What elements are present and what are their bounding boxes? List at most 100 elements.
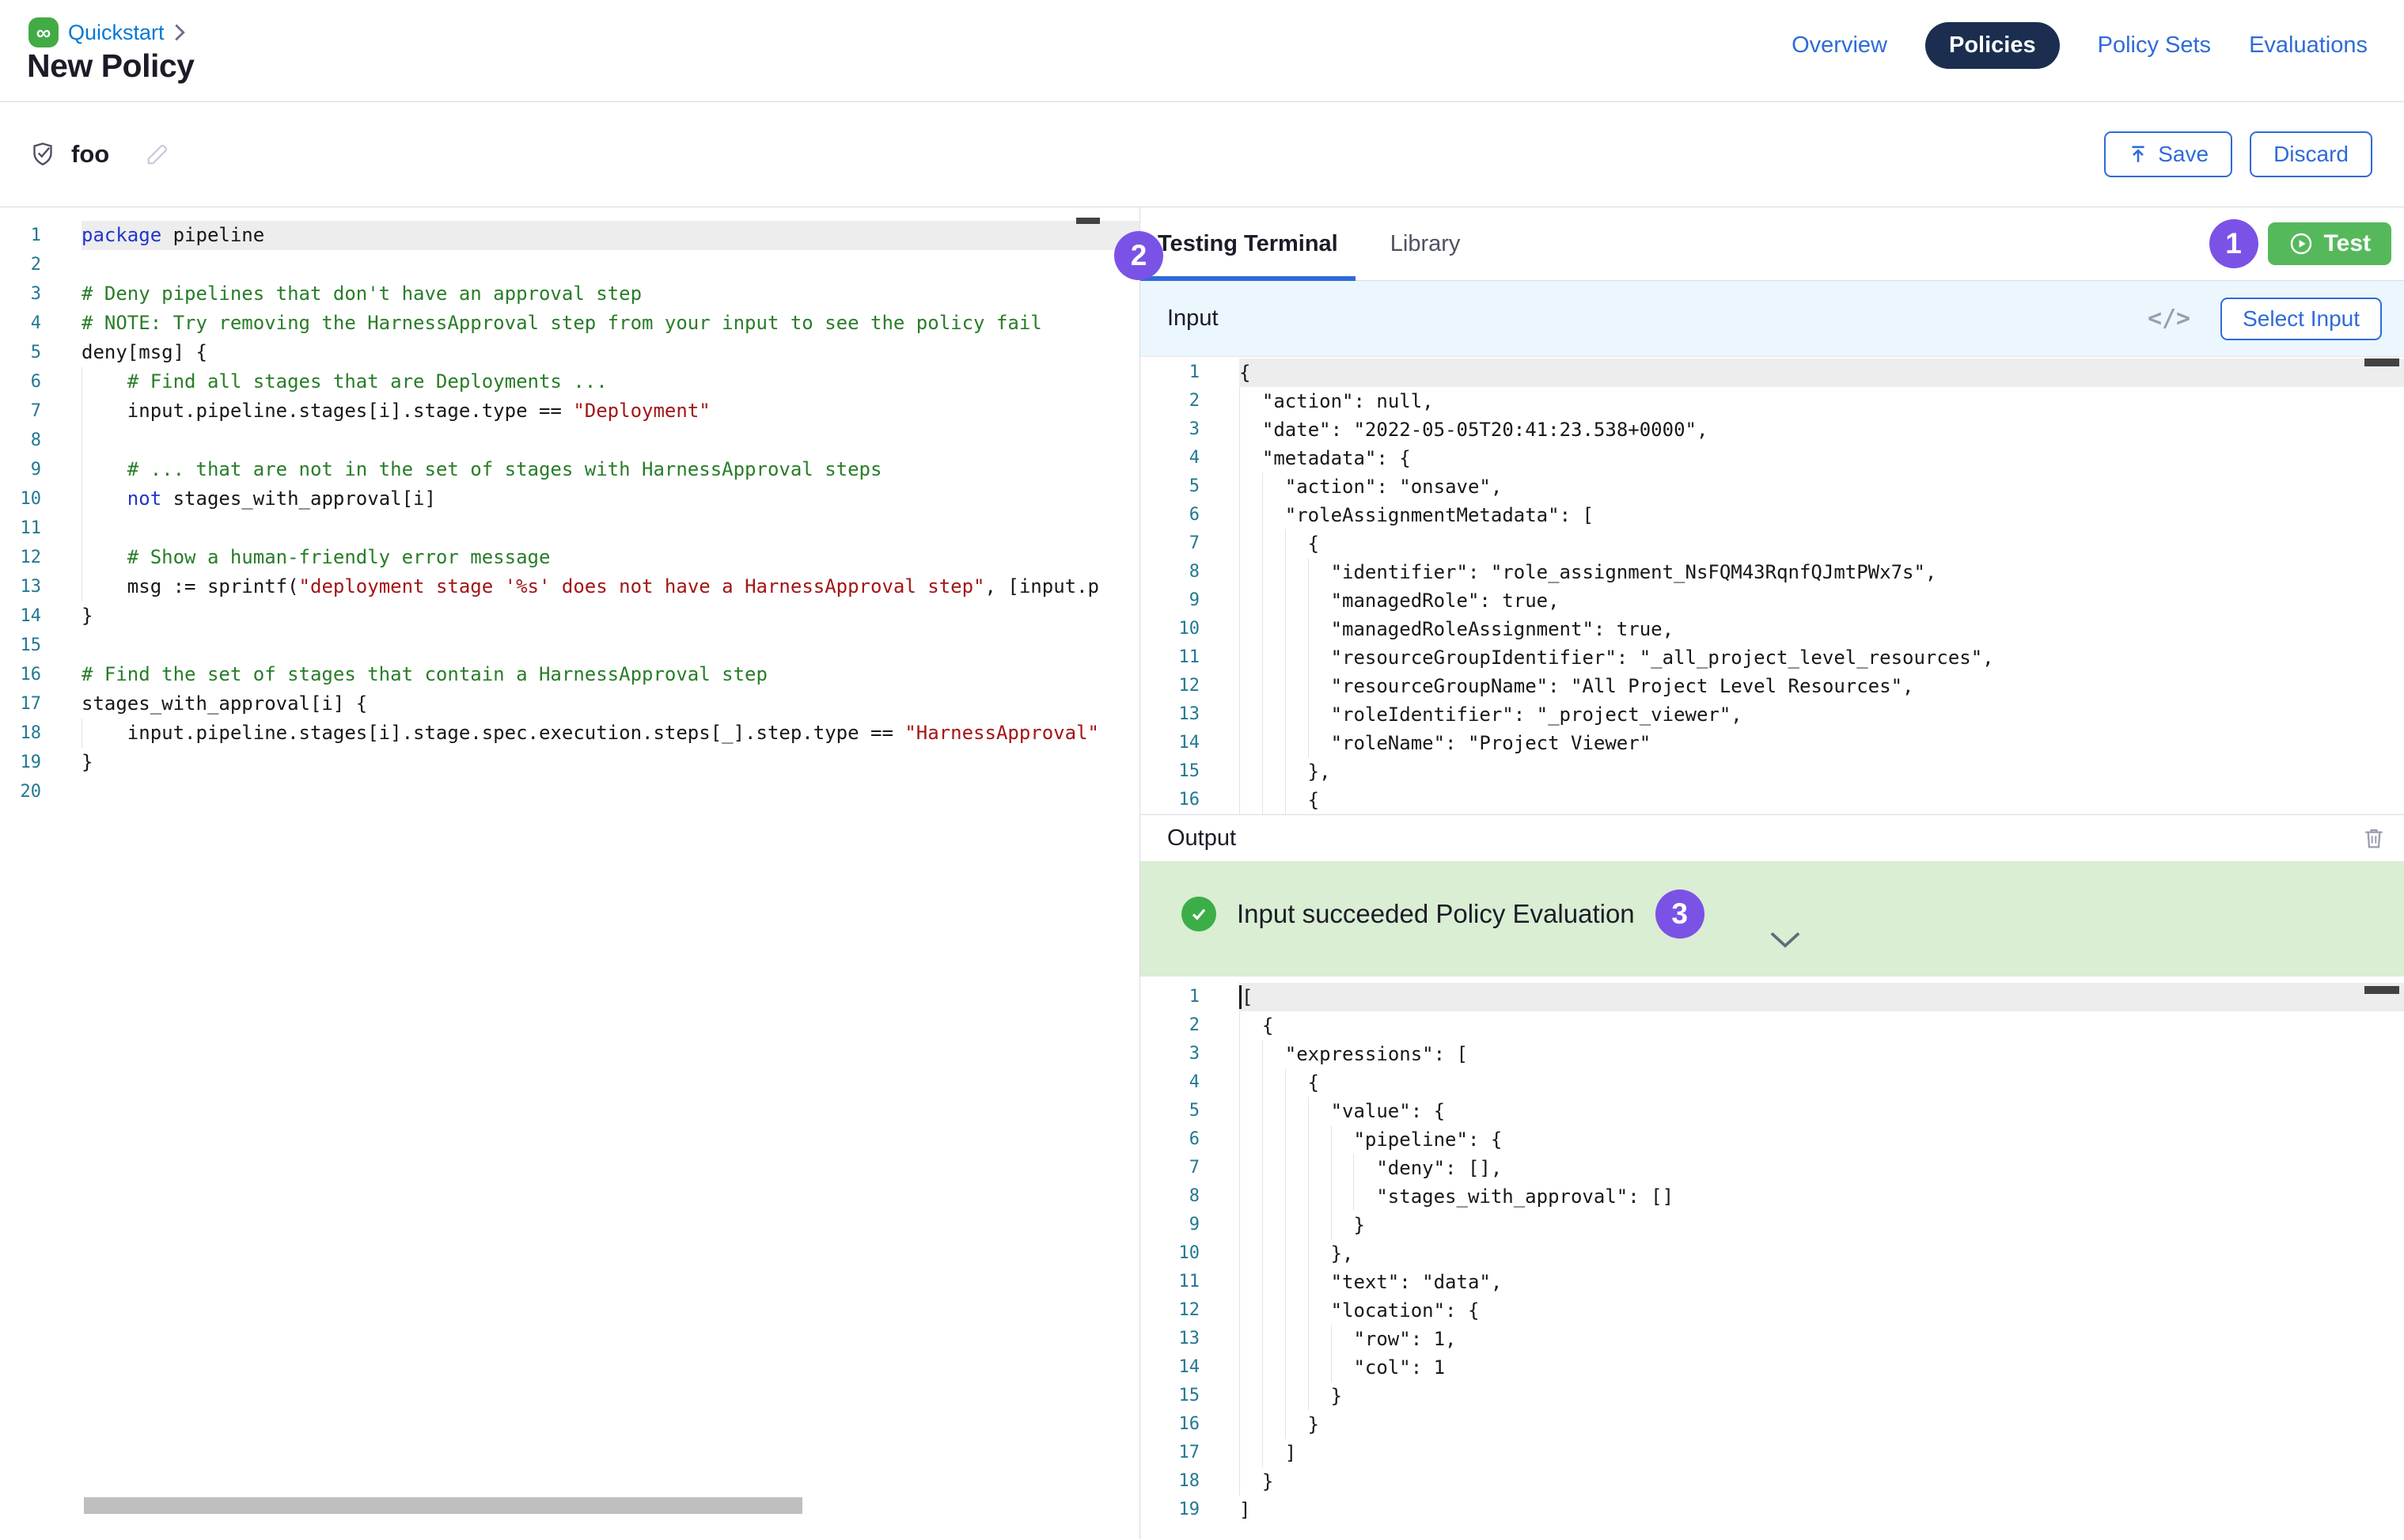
line-number: 19 (0, 748, 41, 777)
line-number: 12 (1140, 1296, 1200, 1325)
discard-label: Discard (2273, 142, 2349, 167)
code-line-3: 3"expressions": [ (1140, 1040, 2404, 1068)
indent-guide (1331, 1211, 1354, 1239)
indent-guide (1308, 1268, 1331, 1296)
indent-guide (1308, 1382, 1331, 1410)
code-line-8: 8 (0, 426, 1139, 455)
testing-panel: 2 Testing Terminal Library 1 Test (1140, 207, 2404, 1539)
indent-guide (1285, 1097, 1308, 1125)
top-nav: Overview Policies Policy Sets Evaluation… (1792, 22, 2368, 69)
code-line-19: 19] (1140, 1496, 2404, 1524)
clear-output-button[interactable] (2361, 825, 2387, 852)
indent-guide (1285, 1268, 1308, 1296)
line-number: 7 (0, 396, 41, 426)
code-line-9: 9# ... that are not in the set of stages… (0, 455, 1139, 484)
indent-guide (1308, 1325, 1331, 1353)
edit-pencil-icon[interactable] (144, 141, 171, 168)
nav-evaluations[interactable]: Evaluations (2249, 32, 2368, 59)
line-number: 5 (1140, 1097, 1200, 1125)
line-number: 1 (0, 221, 41, 250)
indent-guide (1262, 1182, 1285, 1211)
indent-guide (82, 426, 127, 455)
policy-toolbar: foo Save Discard (0, 102, 2404, 207)
input-editor[interactable]: 1{2"action": null,3"date": "2022-05-05T2… (1140, 358, 2404, 814)
line-number: 5 (1140, 472, 1200, 501)
horizontal-scrollbar[interactable] (84, 1497, 802, 1514)
indent-guide (1239, 1439, 1262, 1467)
indent-guide (1285, 1296, 1308, 1325)
indent-guide (1285, 558, 1308, 586)
indent-guide (1285, 1325, 1308, 1353)
indent-guide (1262, 1382, 1285, 1410)
line-number: 6 (1140, 1125, 1200, 1154)
save-button[interactable]: Save (2104, 131, 2232, 177)
indent-guide (1308, 1239, 1331, 1268)
indent-guide (1239, 1325, 1262, 1353)
line-number: 3 (0, 279, 41, 309)
save-label: Save (2158, 142, 2209, 167)
code-line-18: 18input.pipeline.stages[i].stage.spec.ex… (0, 719, 1139, 748)
code-view-icon[interactable]: </> (2148, 305, 2190, 332)
code-line-13: 13msg := sprintf("deployment stage '%s' … (0, 572, 1139, 601)
code-line-16: 16# Find the set of stages that contain … (0, 660, 1139, 689)
line-number: 4 (1140, 444, 1200, 472)
select-input-button[interactable]: Select Input (2220, 298, 2382, 340)
chevron-down-icon[interactable] (1769, 931, 1801, 950)
input-editor-pane[interactable]: 1{2"action": null,3"date": "2022-05-05T2… (1140, 357, 2404, 814)
indent-guide (1262, 786, 1285, 814)
indent-guide (1239, 586, 1262, 615)
code-line-2: 2 (0, 250, 1139, 279)
indent-guide (1262, 586, 1285, 615)
indent-guide (1239, 387, 1262, 415)
main-split: 1package pipeline23# Deny pipelines that… (0, 207, 2404, 1539)
line-number: 13 (1140, 700, 1200, 729)
nav-overview[interactable]: Overview (1792, 32, 1887, 59)
indent-guide (82, 514, 127, 543)
code-line-13: 13"row": 1, (1140, 1325, 2404, 1353)
indent-guide (1262, 672, 1285, 700)
indent-guide (1262, 529, 1285, 558)
test-button[interactable]: Test (2268, 222, 2391, 265)
indent-guide (1239, 615, 1262, 643)
output-editor-pane[interactable]: 1[2{3"expressions": [4{5"value": {6"pipe… (1140, 977, 2404, 1539)
indent-guide (1262, 1068, 1285, 1097)
indent-guide (1285, 1154, 1308, 1182)
output-editor[interactable]: 1[2{3"expressions": [4{5"value": {6"pipe… (1140, 983, 2404, 1524)
code-line-10: 10}, (1140, 1239, 2404, 1268)
test-label: Test (2324, 230, 2371, 257)
shield-check-icon (28, 139, 57, 169)
code-line-10: 10"managedRoleAssignment": true, (1140, 615, 2404, 643)
indent-guide (82, 484, 127, 514)
policy-editor-pane[interactable]: 1package pipeline23# Deny pipelines that… (0, 207, 1140, 1539)
indent-guide (1308, 558, 1331, 586)
line-number: 14 (1140, 729, 1200, 757)
nav-policy-sets[interactable]: Policy Sets (2098, 32, 2211, 59)
indent-guide (1239, 501, 1262, 529)
indent-guide (1262, 558, 1285, 586)
indent-guide (1262, 1268, 1285, 1296)
indent-guide (1285, 1211, 1308, 1239)
breadcrumb-link[interactable]: Quickstart (68, 21, 165, 45)
nav-policies[interactable]: Policies (1925, 22, 2060, 69)
discard-button[interactable]: Discard (2250, 131, 2372, 177)
line-number: 7 (1140, 529, 1200, 558)
project-logo[interactable]: ∞ (28, 17, 59, 47)
policy-editor[interactable]: 1package pipeline23# Deny pipelines that… (0, 221, 1139, 806)
evaluation-result-banner: Input succeeded Policy Evaluation 3 (1140, 861, 2404, 977)
output-overview-marker (2364, 986, 2399, 994)
code-line-7: 7"deny": [], (1140, 1154, 2404, 1182)
tab-library[interactable]: Library (1373, 207, 1478, 280)
tabs-actions: 1 Test (2209, 219, 2391, 268)
indent-guide (1353, 1154, 1376, 1182)
trash-icon (2361, 825, 2387, 852)
line-number: 8 (1140, 558, 1200, 586)
indent-guide (1285, 1068, 1308, 1097)
input-overview-marker (2364, 358, 2399, 366)
indent-guide (1353, 1182, 1376, 1211)
indent-guide (1308, 1154, 1331, 1182)
walkthrough-badge-1: 1 (2209, 219, 2258, 268)
line-number: 8 (1140, 1182, 1200, 1211)
line-number: 10 (1140, 615, 1200, 643)
line-number: 11 (0, 514, 41, 543)
tab-testing-terminal[interactable]: Testing Terminal (1140, 207, 1356, 280)
